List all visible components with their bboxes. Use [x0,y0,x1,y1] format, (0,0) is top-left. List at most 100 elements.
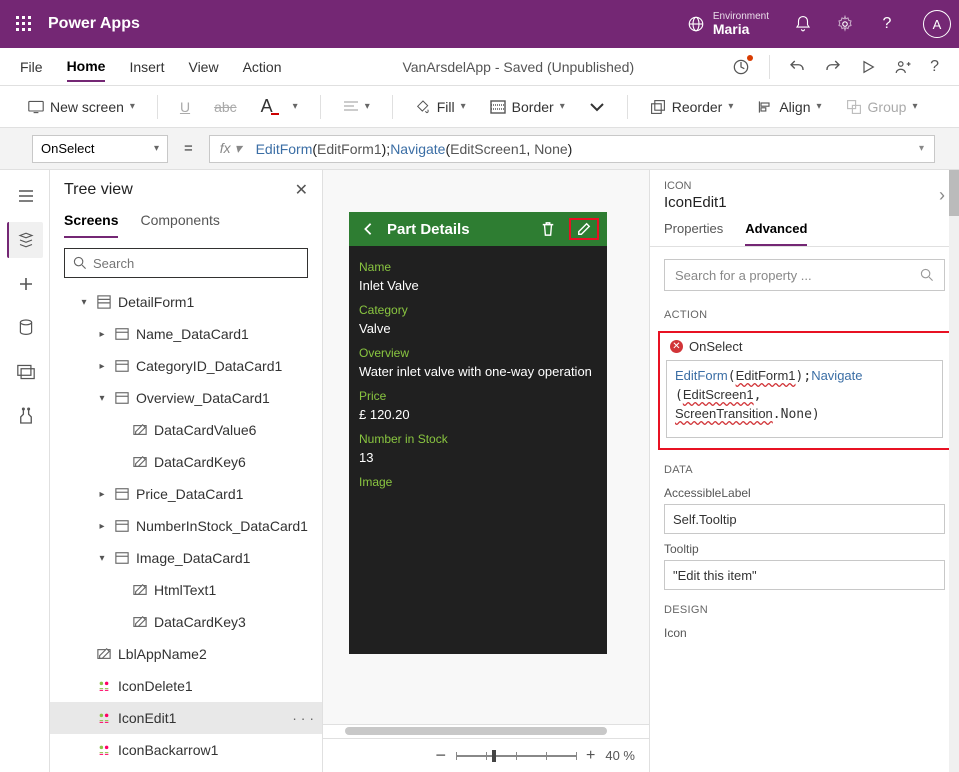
tree-item-DataCardKey3[interactable]: DataCardKey3 [50,606,322,638]
border-button[interactable]: Border▾ [482,95,573,119]
tree-search[interactable] [64,248,308,278]
rail-hamburger-icon[interactable] [7,178,43,214]
props-v-scrollbar[interactable] [949,170,959,772]
tree-item-label: LblAppName2 [118,646,322,662]
tree-item-DataCardKey6[interactable]: DataCardKey6 [50,446,322,478]
menu-action[interactable]: Action [243,53,282,81]
new-screen-button[interactable]: New screen ▾ [20,95,143,119]
zoom-slider[interactable] [456,755,576,757]
chevron-icon[interactable]: ▾ [96,393,108,404]
tooltip-input[interactable]: "Edit this item" [664,560,945,590]
help-icon[interactable]: ? [877,14,897,34]
border-label: Border [512,99,554,115]
more-format-button[interactable] [581,97,613,117]
fill-button[interactable]: Fill▾ [407,95,474,119]
control-icon [132,614,148,630]
tree-tab-components[interactable]: Components [140,212,219,238]
chevron-icon[interactable]: ▸ [96,521,108,532]
menu-home[interactable]: Home [67,52,106,82]
chevron-icon[interactable]: ▸ [96,489,108,500]
chevron-icon[interactable]: ▸ [96,329,108,340]
formula-input[interactable]: fx ▾ EditForm(EditForm1);Navigate(EditSc… [209,135,935,163]
rail-media-icon[interactable] [7,354,43,390]
strikethrough-button[interactable]: abc [206,95,245,119]
chevron-icon[interactable]: ▾ [78,297,90,308]
settings-icon[interactable] [835,14,855,34]
more-icon[interactable]: · · · [292,710,314,726]
env-label: Environment [713,11,769,22]
accessiblelabel-input[interactable]: Self.Tooltip [664,504,945,534]
props-expand-icon[interactable]: › [939,185,945,206]
rail-data-icon[interactable] [7,310,43,346]
underline-button[interactable]: U [172,95,198,119]
tree-item-DetailForm1[interactable]: ▾ DetailForm1 [50,286,322,318]
tree-item-DataCardValue6[interactable]: DataCardValue6 [50,414,322,446]
property-dropdown[interactable]: OnSelect ▾ [32,135,168,163]
notifications-icon[interactable] [793,14,813,34]
tree-item-RectQuickActionBar2[interactable]: RectQuickActionBar2 [50,766,322,772]
tree-item-IconBackarrow1[interactable]: IconBackarrow1 [50,734,322,766]
share-icon[interactable] [894,58,912,76]
control-icon [114,390,130,406]
menu-bar: File Home Insert View Action VanArsdelAp… [0,48,959,86]
tree-item-label: DetailForm1 [118,294,322,310]
tree-item-LblAppName2[interactable]: LblAppName2 [50,638,322,670]
tree-item-IconDelete1[interactable]: IconDelete1 [50,670,322,702]
chevron-icon[interactable]: ▾ [96,553,108,564]
zoom-out-icon[interactable]: − [436,745,447,766]
menu-view[interactable]: View [188,53,218,81]
tree-item-Price_DataCard1[interactable]: ▸Price_DataCard1 [50,478,322,510]
props-search[interactable]: Search for a property ... [664,259,945,291]
rail-treeview-icon[interactable] [7,222,43,258]
group-button[interactable]: Group▾ [838,95,926,119]
properties-panel: ICON IconEdit1 › Properties Advanced Sea… [649,170,959,772]
rail-insert-icon[interactable] [7,266,43,302]
props-tab-properties[interactable]: Properties [664,221,723,246]
tree-item-IconEdit1[interactable]: IconEdit1· · · [50,702,322,734]
help-menu-icon[interactable]: ? [930,58,939,76]
tree-tab-screens[interactable]: Screens [64,212,118,238]
reorder-label: Reorder [672,99,723,115]
chevron-icon[interactable]: ▸ [96,361,108,372]
align-button[interactable]: Align▾ [749,95,829,119]
tree-item-label: HtmlText1 [154,582,322,598]
formula-expand-icon[interactable]: ▾ [919,143,924,154]
font-color-button[interactable]: A▾ [253,92,306,121]
menu-insert[interactable]: Insert [129,53,164,81]
canvas-h-scrollbar[interactable] [323,724,649,738]
play-icon[interactable] [860,59,876,75]
app-header: Power Apps Environment Maria ? A [0,0,959,48]
app-launcher-icon[interactable] [8,8,40,40]
tree-item-CategoryID_DataCard1[interactable]: ▸CategoryID_DataCard1 [50,350,322,382]
tree-item-label: NumberInStock_DataCard1 [136,518,322,534]
rail-advanced-icon[interactable] [7,398,43,434]
action-section-label: ACTION [650,303,959,327]
undo-icon[interactable] [788,58,806,76]
reorder-button[interactable]: Reorder▾ [642,95,742,119]
app-checker-icon[interactable] [731,57,751,77]
menu-file[interactable]: File [20,53,43,81]
tree-view-panel: Tree view ✕ Screens Components ▾DetailFo… [50,170,323,772]
onselect-editor[interactable]: EditForm(EditForm1);Navigate(EditScreen1… [666,360,943,438]
user-avatar[interactable]: A [923,10,951,38]
zoom-in-icon[interactable]: + [586,747,595,765]
align-text-button[interactable]: ▾ [335,96,378,118]
tree-item-HtmlText1[interactable]: HtmlText1 [50,574,322,606]
tree-item-Image_DataCard1[interactable]: ▾Image_DataCard1 [50,542,322,574]
tree-item-NumberInStock_DataCard1[interactable]: ▸ NumberInStock_DataCard1 [50,510,322,542]
tree-close-icon[interactable]: ✕ [295,180,308,200]
tree-item-Overview_DataCard1[interactable]: ▾ Overview_DataCard1 [50,382,322,414]
tree-item-label: DataCardKey3 [154,614,322,630]
props-tab-advanced[interactable]: Advanced [745,221,807,246]
edit-icon[interactable] [573,222,595,236]
tree-search-input[interactable] [93,256,299,271]
app-title: VanArsdelApp - Saved (Unpublished) [306,59,732,75]
tree-item-label: DataCardValue6 [154,422,322,438]
tree-item-Name_DataCard1[interactable]: ▸Name_DataCard1 [50,318,322,350]
delete-icon[interactable] [537,221,559,237]
tree-item-label: Overview_DataCard1 [136,390,322,406]
environment-picker[interactable]: Environment Maria [687,11,769,37]
back-icon[interactable] [357,222,379,236]
redo-icon[interactable] [824,58,842,76]
control-icon [96,646,112,662]
